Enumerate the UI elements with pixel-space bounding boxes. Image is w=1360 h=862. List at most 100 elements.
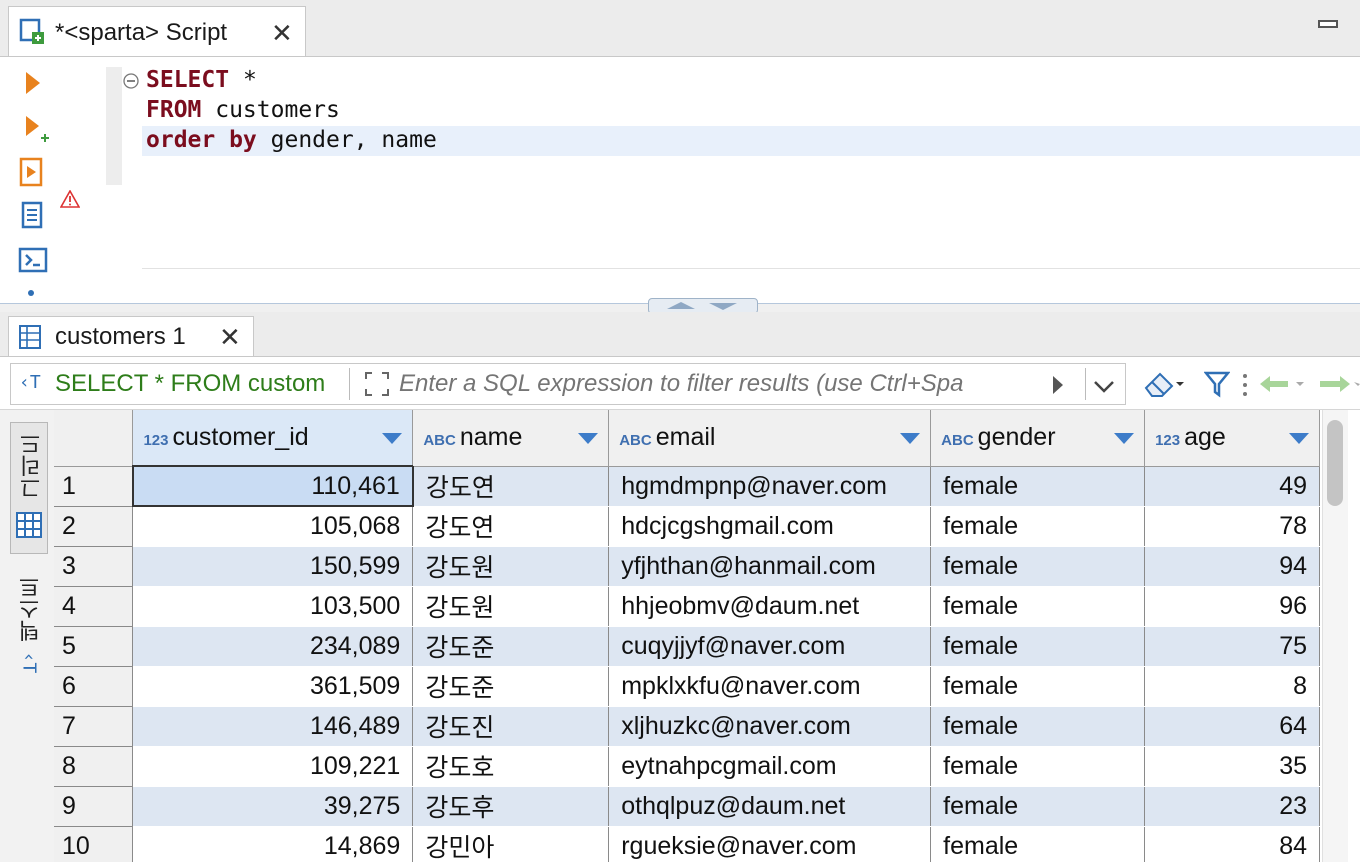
customer-id-cell[interactable]: 146,489 (132, 706, 414, 747)
eraser-icon[interactable] (1142, 368, 1188, 404)
minimize-icon[interactable] (1318, 20, 1338, 28)
customer-id-cell[interactable]: 105,068 (132, 506, 414, 547)
dropdown-icon[interactable] (1093, 378, 1115, 397)
close-icon[interactable]: ✕ (271, 21, 293, 47)
name-cell[interactable]: 강도준 (412, 666, 610, 707)
column-header-customer_id[interactable]: 123 customer_id (132, 410, 414, 467)
age-cell[interactable]: 49 (1144, 466, 1320, 507)
name-cell[interactable]: 강도연 (412, 466, 610, 507)
customer-id-cell[interactable]: 103,500 (132, 586, 414, 627)
history-arrow-icon[interactable] (1051, 374, 1065, 400)
sort-arrow-icon[interactable] (900, 433, 921, 444)
back-arrow-icon[interactable] (1258, 374, 1308, 398)
customer-id-cell[interactable]: 361,509 (132, 666, 414, 707)
sort-arrow-icon[interactable] (1114, 433, 1135, 444)
name-cell[interactable]: 강도준 (412, 626, 610, 667)
name-cell[interactable]: 강도진 (412, 706, 610, 747)
email-cell[interactable]: mpklxkfu@naver.com (608, 666, 932, 707)
name-cell[interactable]: 강도연 (412, 506, 610, 547)
table-row[interactable]: 3 150,599 강도원 yfjhthan@hanmail.com female 94 (54, 546, 1320, 587)
more-options-icon[interactable] (1242, 372, 1248, 402)
table-row[interactable]: 9 39,275 강도후 othqlpuz@daum.net female 23 (54, 786, 1320, 827)
customer-id-cell[interactable]: 109,221 (132, 746, 414, 787)
row-number[interactable]: 2 (54, 506, 134, 547)
age-cell[interactable]: 78 (1144, 506, 1320, 547)
code-text[interactable]: SELECT * FROM customers order by gender,… (146, 65, 437, 155)
table-row[interactable]: 6 361,509 강도준 mpklxkfu@naver.com female 8 (54, 666, 1320, 707)
forward-arrow-icon[interactable] (1316, 374, 1360, 398)
age-cell[interactable]: 96 (1144, 586, 1320, 627)
email-cell[interactable]: eytnahpcgmail.com (608, 746, 932, 787)
name-cell[interactable]: 강도후 (412, 786, 610, 827)
close-icon[interactable]: ✕ (219, 325, 241, 351)
row-number-header[interactable] (54, 410, 134, 467)
execute-script-icon[interactable] (18, 156, 46, 192)
column-header-gender[interactable]: ABC gender (930, 410, 1146, 467)
gender-cell[interactable]: female (930, 626, 1146, 667)
console-icon[interactable] (18, 246, 48, 278)
text-view-tab[interactable]: 텍스트 ‹T (10, 570, 48, 694)
email-cell[interactable]: hgmdmpnp@naver.com (608, 466, 932, 507)
age-cell[interactable]: 75 (1144, 626, 1320, 667)
customer-id-cell[interactable]: 234,089 (132, 626, 414, 667)
execute-new-tab-icon[interactable] (24, 114, 50, 148)
row-number[interactable]: 9 (54, 786, 134, 827)
age-cell[interactable]: 23 (1144, 786, 1320, 827)
scrollbar-thumb[interactable] (1327, 420, 1343, 506)
filter-query-label[interactable]: SELECT * FROM custom (55, 370, 325, 398)
filter-icon[interactable] (1203, 370, 1231, 402)
name-cell[interactable]: 강도호 (412, 746, 610, 787)
age-cell[interactable]: 35 (1144, 746, 1320, 787)
gender-cell[interactable]: female (930, 706, 1146, 747)
table-row[interactable]: 5 234,089 강도준 cuqyjjyf@naver.com female 75 (54, 626, 1320, 667)
customer-id-cell[interactable]: 110,461 (131, 465, 414, 507)
execute-statement-icon[interactable] (24, 70, 42, 100)
gender-cell[interactable]: female (930, 586, 1146, 627)
email-cell[interactable]: othqlpuz@daum.net (608, 786, 932, 827)
name-cell[interactable]: 강도원 (412, 546, 610, 587)
more-tools-icon[interactable] (28, 290, 34, 296)
gender-cell[interactable]: female (930, 506, 1146, 547)
row-number[interactable]: 7 (54, 706, 134, 747)
sort-arrow-icon[interactable] (382, 433, 403, 444)
table-row[interactable]: 1 110,461 강도연 hgmdmpnp@naver.com female 49 (54, 465, 1320, 507)
gender-cell[interactable]: female (930, 786, 1146, 827)
column-header-name[interactable]: ABC name (412, 410, 610, 467)
row-number[interactable]: 8 (54, 746, 134, 787)
row-number[interactable]: 4 (54, 586, 134, 627)
age-cell[interactable]: 84 (1144, 826, 1320, 862)
table-row[interactable]: 10 14,869 강민아 rgueksie@naver.com female 84 (54, 826, 1320, 862)
age-cell[interactable]: 8 (1144, 666, 1320, 707)
script-editor-tab[interactable]: *<sparta> Script ✕ (8, 6, 306, 56)
gender-cell[interactable]: female (930, 666, 1146, 707)
gender-cell[interactable]: female (930, 826, 1146, 862)
age-cell[interactable]: 94 (1144, 546, 1320, 587)
table-row[interactable]: 2 105,068 강도연 hdcjcgshgmail.com female 78 (54, 506, 1320, 547)
customer-id-cell[interactable]: 39,275 (132, 786, 414, 827)
row-number[interactable]: 6 (54, 666, 134, 707)
table-row[interactable]: 8 109,221 강도호 eytnahpcgmail.com female 35 (54, 746, 1320, 787)
results-grid[interactable]: 123 customer_id ABC name ABC email ABC gende… (54, 410, 1320, 862)
row-number[interactable]: 5 (54, 626, 134, 667)
table-row[interactable]: 7 146,489 강도진 xljhuzkc@naver.com female 64 (54, 706, 1320, 747)
sort-arrow-icon[interactable] (578, 433, 599, 444)
age-cell[interactable]: 64 (1144, 706, 1320, 747)
email-cell[interactable]: rgueksie@naver.com (608, 826, 932, 862)
column-header-email[interactable]: ABC email (608, 410, 932, 467)
email-cell[interactable]: hdcjcgshgmail.com (608, 506, 932, 547)
email-cell[interactable]: yfjhthan@hanmail.com (608, 546, 932, 587)
table-row[interactable]: 4 103,500 강도원 hhjeobmv@daum.net female 96 (54, 586, 1320, 627)
row-number[interactable]: 1 (54, 466, 134, 507)
email-cell[interactable]: hhjeobmv@daum.net (608, 586, 932, 627)
gender-cell[interactable]: female (930, 546, 1146, 587)
filter-input[interactable] (399, 367, 1049, 401)
gender-cell[interactable]: female (930, 746, 1146, 787)
name-cell[interactable]: 강민아 (412, 826, 610, 862)
fold-collapse-icon[interactable] (122, 72, 140, 94)
email-cell[interactable]: cuqyjjyf@naver.com (608, 626, 932, 667)
sort-arrow-icon[interactable] (1289, 433, 1309, 444)
name-cell[interactable]: 강도원 (412, 586, 610, 627)
expand-icon[interactable] (363, 370, 391, 402)
column-header-age[interactable]: 123 age (1144, 410, 1320, 467)
grid-view-tab[interactable]: 그리드 (10, 422, 48, 554)
